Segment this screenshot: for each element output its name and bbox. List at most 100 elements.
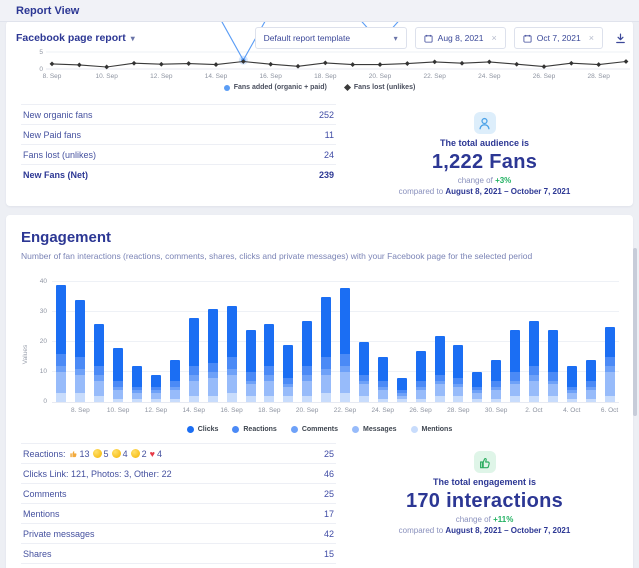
audience-table: New organic fans252New Paid fans11Fans l… (21, 104, 336, 196)
row-label: Shares (23, 549, 52, 559)
legend-item[interactable]: Messages (352, 426, 396, 433)
row-value: 252 (319, 110, 334, 120)
vertical-scrollbar[interactable] (633, 248, 637, 416)
bar-segment-clicks (586, 360, 596, 381)
bar-segment-clicks (132, 366, 142, 387)
stacked-bar[interactable] (75, 300, 85, 402)
stacked-bar[interactable] (113, 348, 123, 402)
bar-slot (336, 283, 355, 402)
stacked-bar[interactable] (189, 318, 199, 402)
legend-item[interactable]: Mentions (411, 426, 453, 433)
bar-slot (109, 283, 128, 402)
legend-item[interactable]: Clicks (187, 426, 219, 433)
stacked-bar[interactable] (208, 309, 218, 402)
stacked-bar[interactable] (302, 321, 312, 402)
table-row: Shares15 (21, 543, 336, 563)
x-tick-label: 28. Sep (587, 73, 610, 80)
stacked-bar[interactable] (340, 288, 350, 402)
bar-slot (279, 283, 298, 402)
stacked-bar[interactable] (170, 360, 180, 402)
legend-dot-icon (224, 85, 230, 91)
bar-segment-mentions (132, 399, 142, 402)
clear-date-icon[interactable]: × (589, 33, 594, 43)
stacked-bar[interactable] (416, 351, 426, 402)
bar-segment-messages (113, 390, 123, 399)
row-value: 46 (324, 469, 334, 479)
bar-segment-messages (227, 375, 237, 393)
stacked-bar[interactable] (397, 378, 407, 402)
bar-segment-clicks (208, 309, 218, 363)
stacked-bar[interactable] (132, 366, 142, 402)
bar-slot (525, 283, 544, 402)
stacked-bar[interactable] (151, 375, 161, 402)
bar-segment-mentions (586, 399, 596, 402)
x-tick-label: 10. Sep (95, 73, 118, 80)
bar-segment-clicks (491, 360, 501, 381)
change-value: +11% (493, 515, 513, 524)
stacked-bar[interactable] (359, 342, 369, 402)
bar-segment-messages (208, 378, 218, 396)
table-row: Total engagement170 (21, 563, 336, 568)
stacked-bar[interactable] (529, 321, 539, 402)
stacked-bar[interactable] (586, 360, 596, 402)
bar-segment-clicks (435, 336, 445, 375)
stacked-bar[interactable] (548, 330, 558, 402)
stacked-bar[interactable] (435, 336, 445, 402)
engagement-card: Engagement Number of fan interactions (r… (6, 215, 633, 568)
report-name-dropdown[interactable]: Facebook page report ▾ (16, 32, 135, 44)
stacked-bar[interactable] (321, 297, 331, 402)
engagement-bar-chart: Values 010203040 8. Sep10. Sep12. Sep14.… (52, 283, 619, 418)
clear-date-icon[interactable]: × (492, 33, 497, 43)
chevron-down-icon: ▾ (131, 34, 135, 43)
legend-item[interactable]: Comments (291, 426, 338, 433)
bar-segment-mentions (113, 399, 123, 402)
bar-segment-messages (435, 384, 445, 396)
stacked-bar[interactable] (453, 345, 463, 402)
stacked-bar[interactable] (605, 327, 615, 402)
stacked-bar[interactable] (56, 285, 66, 402)
bar-segment-messages (56, 372, 66, 393)
bar-segment-mentions (283, 396, 293, 402)
line-chart-legend: Fans added (organic + paid)Fans lost (un… (6, 84, 633, 91)
engagement-icon-badge (474, 451, 496, 473)
row-value: 239 (319, 170, 334, 180)
legend-item[interactable]: Reactions (232, 426, 276, 433)
stacked-bar[interactable] (227, 306, 237, 402)
stacked-bar[interactable] (264, 324, 274, 402)
stacked-bar[interactable] (246, 330, 256, 402)
stacked-bar[interactable] (378, 357, 388, 402)
engagement-table: Reactions:13542♥425Clicks Link: 121, Pho… (21, 443, 336, 568)
bar-segment-messages (321, 375, 331, 393)
bar-segment-clicks (529, 321, 539, 366)
bar-segment-mentions (453, 396, 463, 402)
stacked-bar[interactable] (94, 324, 104, 402)
stacked-bar[interactable] (283, 345, 293, 402)
date-to-picker[interactable]: Oct 7, 2021 × (514, 27, 603, 49)
x-tick-label: 18. Sep (258, 407, 280, 414)
date-to-value: Oct 7, 2021 (537, 33, 581, 43)
bar-segment-clicks (151, 375, 161, 387)
date-from-picker[interactable]: Aug 8, 2021 × (415, 27, 506, 49)
download-report-button[interactable] (611, 29, 629, 47)
bar-slot (52, 283, 71, 402)
legend-label: Messages (363, 426, 396, 433)
stacked-bar[interactable] (510, 330, 520, 402)
change-value: +3% (495, 176, 511, 185)
legend-label: Mentions (422, 426, 453, 433)
bar-segment-clicks (189, 318, 199, 366)
table-row: Mentions17 (21, 503, 336, 523)
stacked-bar[interactable] (491, 360, 501, 402)
bar-segment-clicks (227, 306, 237, 357)
reaction-count: 4 (157, 449, 162, 459)
y-tick-label: 30 (40, 308, 47, 315)
bar-segment-messages (416, 390, 426, 399)
template-select[interactable]: Default report template ▾ (255, 27, 407, 49)
stacked-bar[interactable] (567, 366, 577, 402)
bar-segment-mentions (170, 399, 180, 402)
bar-segment-mentions (94, 396, 104, 402)
thumbs-up-icon (69, 449, 78, 458)
bar-segment-messages (453, 387, 463, 396)
bar-slot (468, 283, 487, 402)
stacked-bar[interactable] (472, 372, 482, 402)
row-value: 17 (324, 509, 334, 519)
